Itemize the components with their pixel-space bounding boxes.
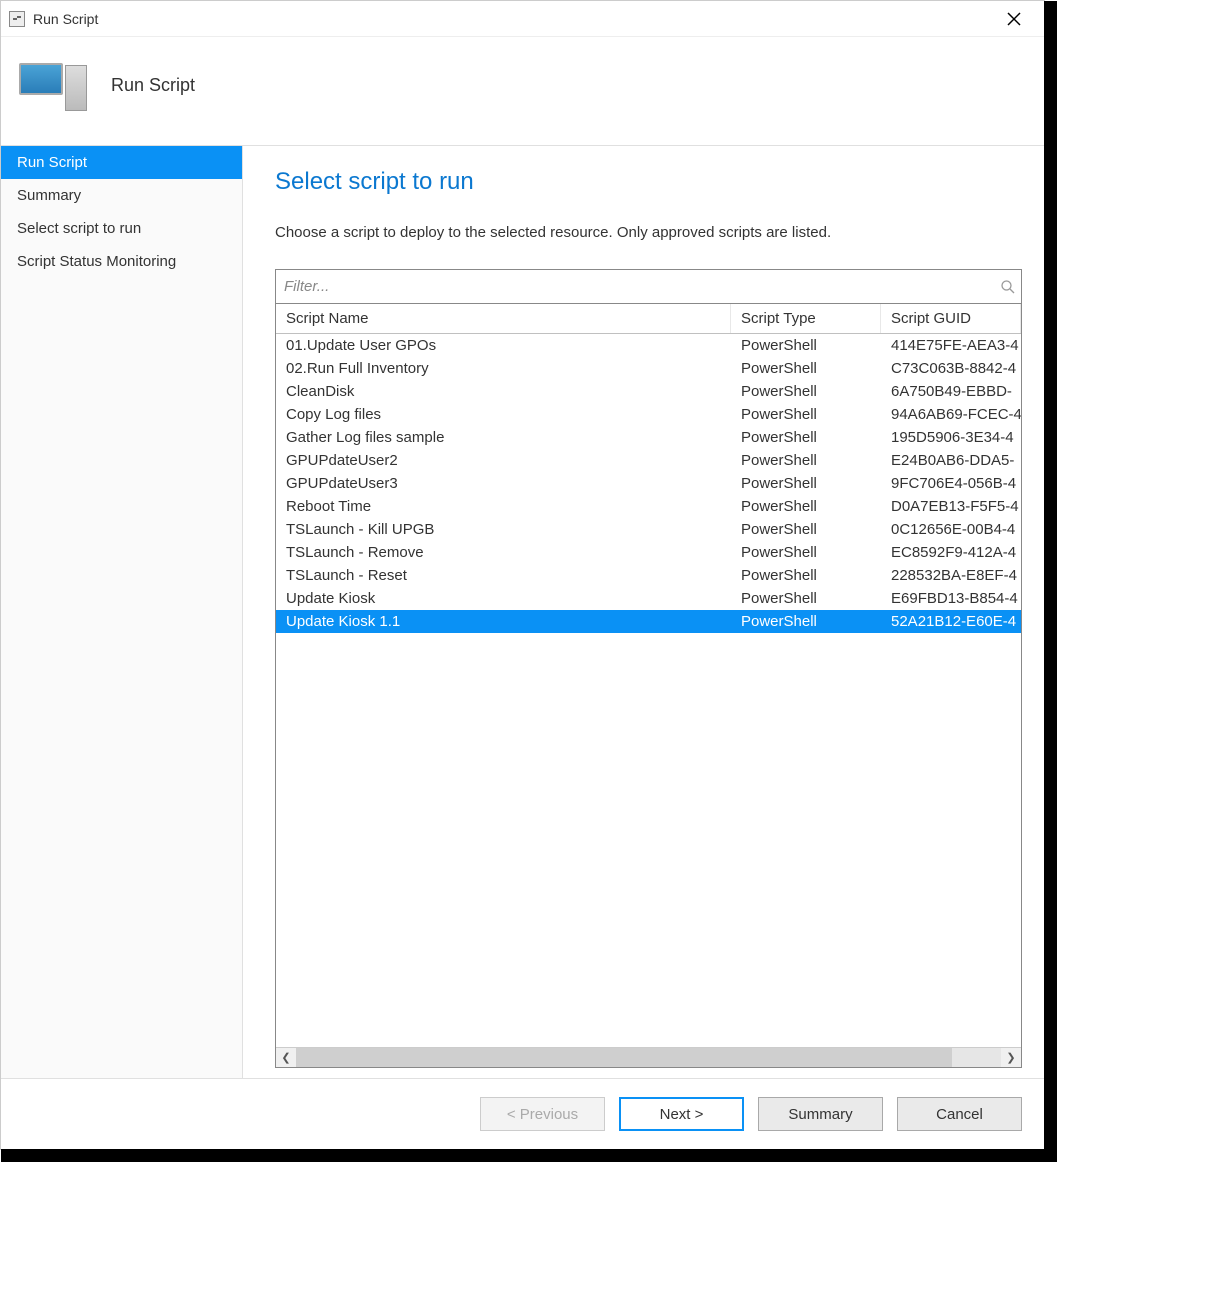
close-button[interactable] — [994, 5, 1034, 33]
table-row[interactable]: Update KioskPowerShellE69FBD13-B854-4 — [276, 587, 1021, 610]
cell-script-name: Update Kiosk 1.1 — [276, 610, 731, 633]
cell-script-type: PowerShell — [731, 495, 881, 518]
cell-script-type: PowerShell — [731, 610, 881, 633]
table-body: 01.Update User GPOsPowerShell414E75FE-AE… — [276, 334, 1021, 1047]
table-row[interactable]: TSLaunch - ResetPowerShell228532BA-E8EF-… — [276, 564, 1021, 587]
next-button[interactable]: Next > — [619, 1097, 744, 1131]
cell-script-name: CleanDisk — [276, 380, 731, 403]
cell-script-name: TSLaunch - Reset — [276, 564, 731, 587]
wizard-header-title: Run Script — [111, 75, 195, 96]
table-row[interactable]: TSLaunch - Kill UPGBPowerShell0C12656E-0… — [276, 518, 1021, 541]
cell-script-name: GPUPdateUser3 — [276, 472, 731, 495]
cell-script-guid: 6A750B49-EBBD- — [881, 380, 1021, 403]
cell-script-type: PowerShell — [731, 518, 881, 541]
sidebar-item[interactable]: Select script to run — [1, 212, 242, 245]
cell-script-guid: E69FBD13-B854-4 — [881, 587, 1021, 610]
table-row[interactable]: 02.Run Full InventoryPowerShellC73C063B-… — [276, 357, 1021, 380]
cell-script-name: GPUPdateUser2 — [276, 449, 731, 472]
cell-script-name: Reboot Time — [276, 495, 731, 518]
sidebar-item[interactable]: Script Status Monitoring — [1, 245, 242, 278]
wizard-sidebar: Run ScriptSummarySelect script to runScr… — [1, 146, 243, 1078]
cell-script-type: PowerShell — [731, 564, 881, 587]
cell-script-type: PowerShell — [731, 334, 881, 357]
wizard-header: Run Script — [1, 37, 1044, 145]
titlebar: Run Script — [1, 1, 1044, 37]
table-row[interactable]: CleanDiskPowerShell6A750B49-EBBD- — [276, 380, 1021, 403]
sidebar-item[interactable]: Summary — [1, 179, 242, 212]
computer-icon — [19, 55, 89, 115]
table-row[interactable]: GPUPdateUser3PowerShell9FC706E4-056B-4 — [276, 472, 1021, 495]
table-row[interactable]: 01.Update User GPOsPowerShell414E75FE-AE… — [276, 334, 1021, 357]
cell-script-guid: 52A21B12-E60E-4 — [881, 610, 1021, 633]
col-header-type[interactable]: Script Type — [731, 304, 881, 333]
scroll-right-arrow[interactable]: ❯ — [1001, 1051, 1021, 1064]
cell-script-name: 02.Run Full Inventory — [276, 357, 731, 380]
cell-script-guid: EC8592F9-412A-4 — [881, 541, 1021, 564]
search-icon[interactable] — [995, 279, 1021, 295]
table-row[interactable]: GPUPdateUser2PowerShellE24B0AB6-DDA5- — [276, 449, 1021, 472]
horizontal-scrollbar[interactable]: ❮ ❯ — [276, 1047, 1021, 1067]
cell-script-name: Copy Log files — [276, 403, 731, 426]
previous-button: < Previous — [480, 1097, 605, 1131]
sidebar-item[interactable]: Run Script — [1, 146, 242, 179]
script-table: Script Name Script Type Script GUID 01.U… — [276, 304, 1021, 1067]
cell-script-type: PowerShell — [731, 403, 881, 426]
cell-script-type: PowerShell — [731, 426, 881, 449]
script-list-box: Script Name Script Type Script GUID 01.U… — [275, 269, 1022, 1068]
cell-script-name: Update Kiosk — [276, 587, 731, 610]
shadow — [1044, 1, 1057, 1162]
cell-script-type: PowerShell — [731, 541, 881, 564]
filter-input[interactable] — [276, 272, 995, 301]
scroll-track[interactable] — [296, 1048, 1001, 1067]
cell-script-guid: 195D5906-3E34-4 — [881, 426, 1021, 449]
table-row[interactable]: Copy Log filesPowerShell94A6AB69-FCEC-4 — [276, 403, 1021, 426]
table-row[interactable]: TSLaunch - RemovePowerShellEC8592F9-412A… — [276, 541, 1021, 564]
filter-row — [276, 270, 1021, 304]
wizard-window: Run Script Run Script Run ScriptSummaryS… — [0, 0, 1045, 1150]
cancel-button[interactable]: Cancel — [897, 1097, 1022, 1131]
col-header-name[interactable]: Script Name — [276, 304, 731, 333]
cell-script-name: TSLaunch - Remove — [276, 541, 731, 564]
cell-script-name: 01.Update User GPOs — [276, 334, 731, 357]
cell-script-name: Gather Log files sample — [276, 426, 731, 449]
cell-script-type: PowerShell — [731, 449, 881, 472]
table-row[interactable]: Gather Log files samplePowerShell195D590… — [276, 426, 1021, 449]
close-icon — [1007, 12, 1021, 26]
table-row[interactable]: Update Kiosk 1.1PowerShell52A21B12-E60E-… — [276, 610, 1021, 633]
cell-script-guid: 94A6AB69-FCEC-4 — [881, 403, 1021, 426]
window-title: Run Script — [33, 11, 98, 27]
page-description: Choose a script to deploy to the selecte… — [275, 224, 1022, 241]
summary-button[interactable]: Summary — [758, 1097, 883, 1131]
cell-script-guid: 228532BA-E8EF-4 — [881, 564, 1021, 587]
shadow — [1, 1149, 1057, 1162]
cell-script-guid: 414E75FE-AEA3-4 — [881, 334, 1021, 357]
cell-script-type: PowerShell — [731, 380, 881, 403]
cell-script-type: PowerShell — [731, 357, 881, 380]
cell-script-type: PowerShell — [731, 472, 881, 495]
page-title: Select script to run — [275, 168, 1022, 196]
cell-script-type: PowerShell — [731, 587, 881, 610]
cell-script-guid: E24B0AB6-DDA5- — [881, 449, 1021, 472]
scroll-thumb[interactable] — [296, 1048, 952, 1067]
cell-script-name: TSLaunch - Kill UPGB — [276, 518, 731, 541]
cell-script-guid: 9FC706E4-056B-4 — [881, 472, 1021, 495]
scroll-left-arrow[interactable]: ❮ — [276, 1051, 296, 1064]
app-icon — [9, 11, 25, 27]
table-row[interactable]: Reboot TimePowerShellD0A7EB13-F5F5-4 — [276, 495, 1021, 518]
wizard-body: Run ScriptSummarySelect script to runScr… — [1, 145, 1044, 1078]
cell-script-guid: C73C063B-8842-4 — [881, 357, 1021, 380]
col-header-guid[interactable]: Script GUID — [881, 304, 1021, 333]
wizard-footer: < Previous Next > Summary Cancel — [1, 1078, 1044, 1149]
wizard-main: Select script to run Choose a script to … — [243, 146, 1044, 1078]
cell-script-guid: 0C12656E-00B4-4 — [881, 518, 1021, 541]
cell-script-guid: D0A7EB13-F5F5-4 — [881, 495, 1021, 518]
table-header: Script Name Script Type Script GUID — [276, 304, 1021, 334]
